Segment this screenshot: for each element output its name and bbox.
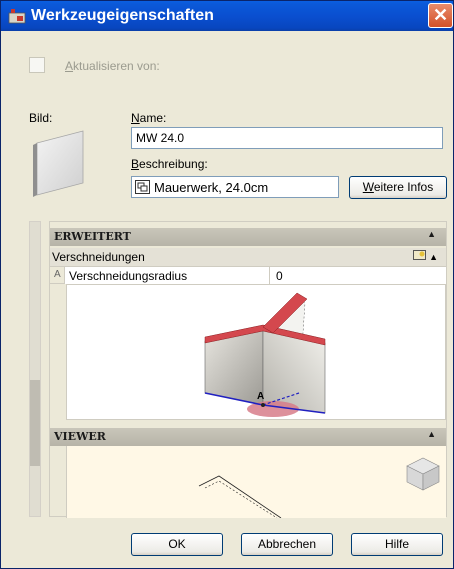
close-icon[interactable]: ✕ (428, 3, 453, 28)
description-value: Mauerwerk, 24.0cm (154, 180, 269, 195)
diagram-label: A (257, 391, 264, 402)
wall-preview-icon[interactable] (29, 125, 91, 201)
palette-scrollbar[interactable] (29, 221, 41, 517)
property-value[interactable]: 0 (270, 267, 446, 284)
tool-properties-dialog: Werkzeugeigenschaften ✕ Aktualisieren vo… (0, 0, 454, 569)
collapse-arrow-icon[interactable]: ▲ (427, 229, 436, 239)
viewer-canvas[interactable] (66, 446, 446, 519)
description-label: Beschreibung: (131, 157, 208, 171)
section-header-viewer[interactable]: VIEWER ▲ (50, 428, 446, 446)
ok-button[interactable]: OK (131, 533, 223, 556)
name-field[interactable]: MW 24.0 (131, 127, 443, 149)
window-title: Werkzeugeigenschaften (31, 7, 214, 24)
collapse-arrow-icon[interactable]: ▲ (427, 429, 436, 439)
property-prefix: A (54, 269, 61, 280)
category-intersections[interactable]: Verschneidungen ▲ (50, 248, 446, 266)
help-button[interactable]: Hilfe (351, 533, 443, 556)
update-from-checkbox[interactable] (29, 57, 45, 73)
intersection-diagram: A (66, 284, 446, 420)
update-from-label: Aktualisieren von: (65, 59, 160, 73)
more-info-button[interactable]: Weitere Infos (349, 176, 447, 199)
title-bar[interactable]: Werkzeugeigenschaften ✕ (1, 1, 453, 31)
app-icon (8, 9, 26, 24)
help-icon[interactable] (412, 250, 427, 261)
palette-scroll-thumb[interactable] (30, 380, 40, 466)
description-field[interactable]: Mauerwerk, 24.0cm (131, 176, 339, 198)
cancel-button[interactable]: Abbrechen (241, 533, 333, 556)
section-header-advanced[interactable]: ERWEITERT ▲ (50, 228, 446, 246)
description-icon[interactable] (135, 180, 150, 194)
image-label: Bild: (29, 111, 53, 125)
viewcube-icon[interactable] (406, 457, 440, 491)
collapse-arrow-icon[interactable]: ▲ (429, 252, 438, 262)
property-row-radius[interactable]: A Verschneidungsradius 0 (50, 266, 446, 284)
property-name: Verschneidungsradius (64, 267, 270, 284)
properties-palette: ERWEITERT ▲ Verschneidungen ▲ A Verschne… (49, 221, 447, 519)
name-label: Name: (131, 111, 167, 125)
wall-intersection-diagram: A (204, 292, 326, 417)
